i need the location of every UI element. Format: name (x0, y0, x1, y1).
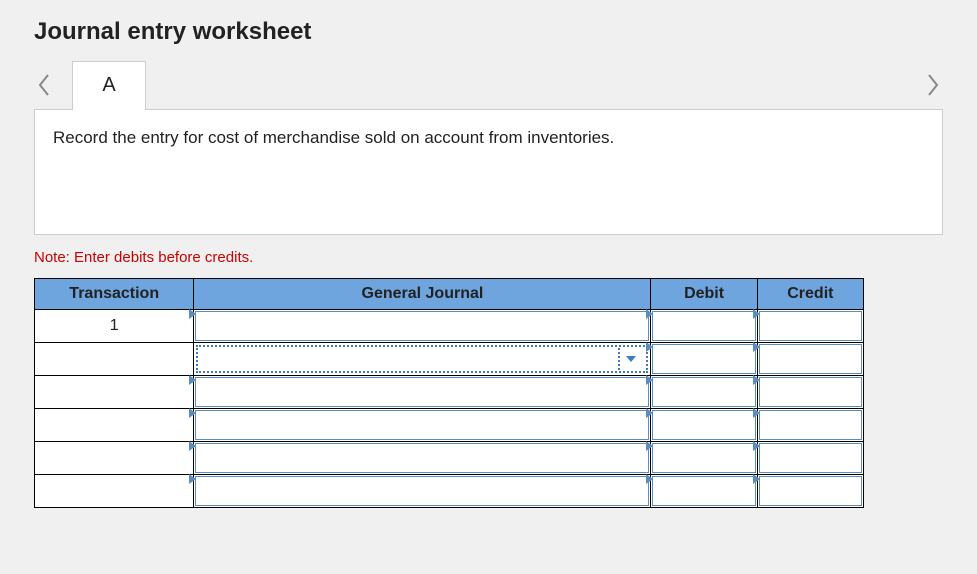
table-row (35, 376, 864, 409)
transaction-cell[interactable]: 1 (35, 310, 194, 343)
cell-marker-icon (646, 408, 653, 418)
debit-cell[interactable] (651, 376, 757, 409)
general-journal-cell[interactable] (194, 310, 651, 343)
cell-marker-icon (646, 441, 653, 451)
col-debit: Debit (651, 279, 757, 310)
col-transaction: Transaction (35, 279, 194, 310)
dropdown-toggle[interactable] (618, 348, 642, 370)
cell-marker-icon (189, 408, 196, 418)
credit-cell[interactable] (757, 475, 863, 508)
account-dropdown[interactable] (196, 345, 648, 373)
cell-marker-icon (189, 474, 196, 484)
table-row (35, 442, 864, 475)
credit-cell[interactable] (757, 409, 863, 442)
cell-marker-icon (753, 342, 760, 352)
cell-marker-icon (646, 309, 653, 319)
transaction-cell[interactable] (35, 409, 194, 442)
debit-cell[interactable] (651, 475, 757, 508)
next-arrow-button[interactable] (923, 67, 943, 103)
instruction-panel: Record the entry for cost of merchandise… (34, 109, 943, 235)
credit-cell[interactable] (757, 376, 863, 409)
transaction-cell[interactable] (35, 442, 194, 475)
debit-cell[interactable] (651, 310, 757, 343)
debit-cell[interactable] (651, 442, 757, 475)
debit-cell[interactable] (651, 409, 757, 442)
table-row: 1 (35, 310, 864, 343)
col-credit: Credit (757, 279, 863, 310)
table-row (35, 409, 864, 442)
credit-cell[interactable] (757, 310, 863, 343)
instruction-text: Record the entry for cost of merchandise… (53, 128, 614, 147)
cell-marker-icon (189, 441, 196, 451)
note-text: Note: Enter debits before credits. (34, 249, 943, 266)
transaction-cell[interactable] (35, 376, 194, 409)
general-journal-cell[interactable] (194, 376, 651, 409)
chevron-left-icon (37, 73, 51, 97)
table-row (35, 475, 864, 508)
cell-marker-icon (753, 309, 760, 319)
cell-marker-icon (646, 342, 653, 352)
cell-marker-icon (753, 474, 760, 484)
cell-marker-icon (753, 441, 760, 451)
cell-marker-icon (753, 408, 760, 418)
prev-arrow-button[interactable] (34, 67, 54, 103)
tab-row: A (34, 60, 943, 110)
cell-marker-icon (189, 309, 196, 319)
credit-cell[interactable] (757, 442, 863, 475)
page-title: Journal entry worksheet (34, 18, 943, 46)
col-general-journal: General Journal (194, 279, 651, 310)
general-journal-cell[interactable] (194, 475, 651, 508)
general-journal-cell[interactable] (194, 343, 651, 376)
cell-marker-icon (646, 474, 653, 484)
general-journal-cell[interactable] (194, 409, 651, 442)
cell-marker-icon (189, 375, 196, 385)
cell-marker-icon (646, 375, 653, 385)
debit-cell[interactable] (651, 343, 757, 376)
tab-a[interactable]: A (72, 61, 146, 110)
transaction-cell[interactable] (35, 475, 194, 508)
credit-cell[interactable] (757, 343, 863, 376)
cell-marker-icon (753, 375, 760, 385)
chevron-right-icon (926, 73, 940, 97)
caret-down-icon (626, 356, 636, 362)
table-header-row: Transaction General Journal Debit Credit (35, 279, 864, 310)
transaction-cell[interactable] (35, 343, 194, 376)
general-journal-cell[interactable] (194, 442, 651, 475)
journal-table: Transaction General Journal Debit Credit… (34, 278, 864, 508)
table-row (35, 343, 864, 376)
